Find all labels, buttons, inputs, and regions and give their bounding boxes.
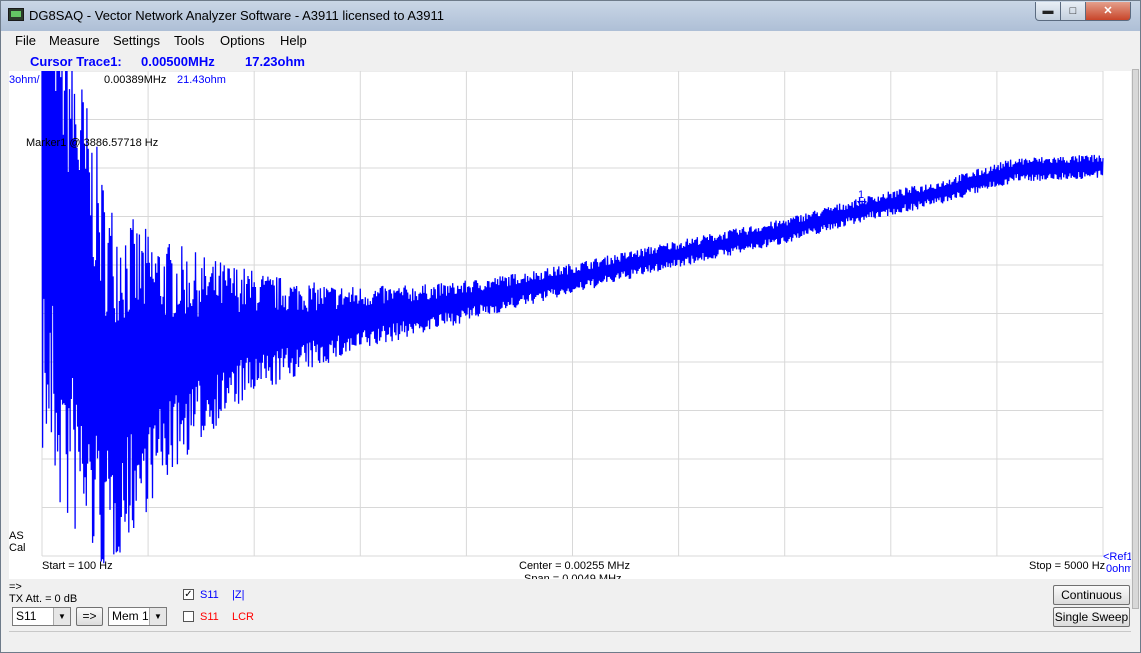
marker-id: 1 <box>858 189 865 201</box>
start-frequency: Start = 100 Hz <box>42 560 113 572</box>
marker-annotation: Marker1 @ 3886.57718 Hz <box>26 137 159 149</box>
vertical-scrollbar[interactable] <box>1131 51 1140 651</box>
trace1-parameter[interactable]: S11 <box>200 589 219 601</box>
menu-bar: File Measure Settings Tools Options Help <box>9 31 1131 51</box>
menu-file[interactable]: File <box>15 33 36 48</box>
center-frequency: Center = 0.00255 MHz <box>519 560 630 572</box>
reference-value: 0ohm <box>1106 563 1134 575</box>
cursor-frequency: 0.00500MHz <box>141 54 215 69</box>
control-panel: => TX Att. = 0 dB S11 ▼ => Mem 1 ▼ ✓ S11… <box>9 579 1131 629</box>
app-window: DG8SAQ - Vector Network Analyzer Softwar… <box>0 0 1141 653</box>
reference-label: <Ref1 <box>1103 551 1133 563</box>
plot-area[interactable]: 3ohm/ 0.00389MHz 21.43ohm Marker1 @ 3886… <box>9 71 1134 585</box>
cursor-label: Cursor Trace1: <box>30 54 122 69</box>
chevron-down-icon[interactable]: ▼ <box>149 608 166 625</box>
parameter-select[interactable]: S11 ▼ <box>12 607 71 626</box>
scrollbar-thumb[interactable] <box>1132 69 1139 609</box>
app-logo-icon <box>8 8 24 21</box>
trace1-checkbox[interactable]: ✓ <box>183 589 194 600</box>
parameter-select-value: S11 <box>16 609 37 623</box>
check-icon: ✓ <box>184 589 193 600</box>
marker-frequency: 0.00389MHz <box>104 74 167 86</box>
close-button[interactable]: ✕ <box>1085 2 1131 21</box>
continuous-button[interactable]: Continuous <box>1053 585 1130 605</box>
window-title: DG8SAQ - Vector Network Analyzer Softwar… <box>29 8 445 23</box>
memory-select[interactable]: Mem 1 ▼ <box>108 607 167 626</box>
stop-frequency: Stop = 5000 Hz <box>1029 560 1106 572</box>
as-label: AS <box>9 530 24 542</box>
trace-chart[interactable] <box>9 71 1131 579</box>
cursor-value: 17.23ohm <box>245 54 305 69</box>
menu-options[interactable]: Options <box>220 33 265 48</box>
chevron-down-icon[interactable]: ▼ <box>53 608 70 625</box>
cal-label: Cal <box>9 542 26 554</box>
menu-tools[interactable]: Tools <box>174 33 204 48</box>
trace1-format[interactable]: |Z| <box>232 589 244 601</box>
menu-settings[interactable]: Settings <box>113 33 160 48</box>
arrow-indicator: => <box>9 581 22 593</box>
status-bar <box>9 631 1131 652</box>
menu-measure[interactable]: Measure <box>49 33 100 48</box>
trace2-checkbox[interactable] <box>183 611 194 622</box>
memory-select-value: Mem 1 <box>112 609 149 623</box>
scale-per-division: 3ohm/ <box>9 74 40 86</box>
minimize-button[interactable]: ▬ <box>1035 2 1061 21</box>
menu-help[interactable]: Help <box>280 33 307 48</box>
marker-value: 21.43ohm <box>177 74 226 86</box>
transfer-to-memory-button[interactable]: => <box>76 607 103 626</box>
trace2-format[interactable]: LCR <box>232 611 254 623</box>
maximize-button[interactable]: □ <box>1060 2 1086 21</box>
title-bar[interactable]: DG8SAQ - Vector Network Analyzer Softwar… <box>1 1 1140 31</box>
trace2-parameter[interactable]: S11 <box>200 611 219 623</box>
tx-attenuation: TX Att. = 0 dB <box>9 593 78 605</box>
single-sweep-button[interactable]: Single Sweep <box>1053 607 1130 627</box>
